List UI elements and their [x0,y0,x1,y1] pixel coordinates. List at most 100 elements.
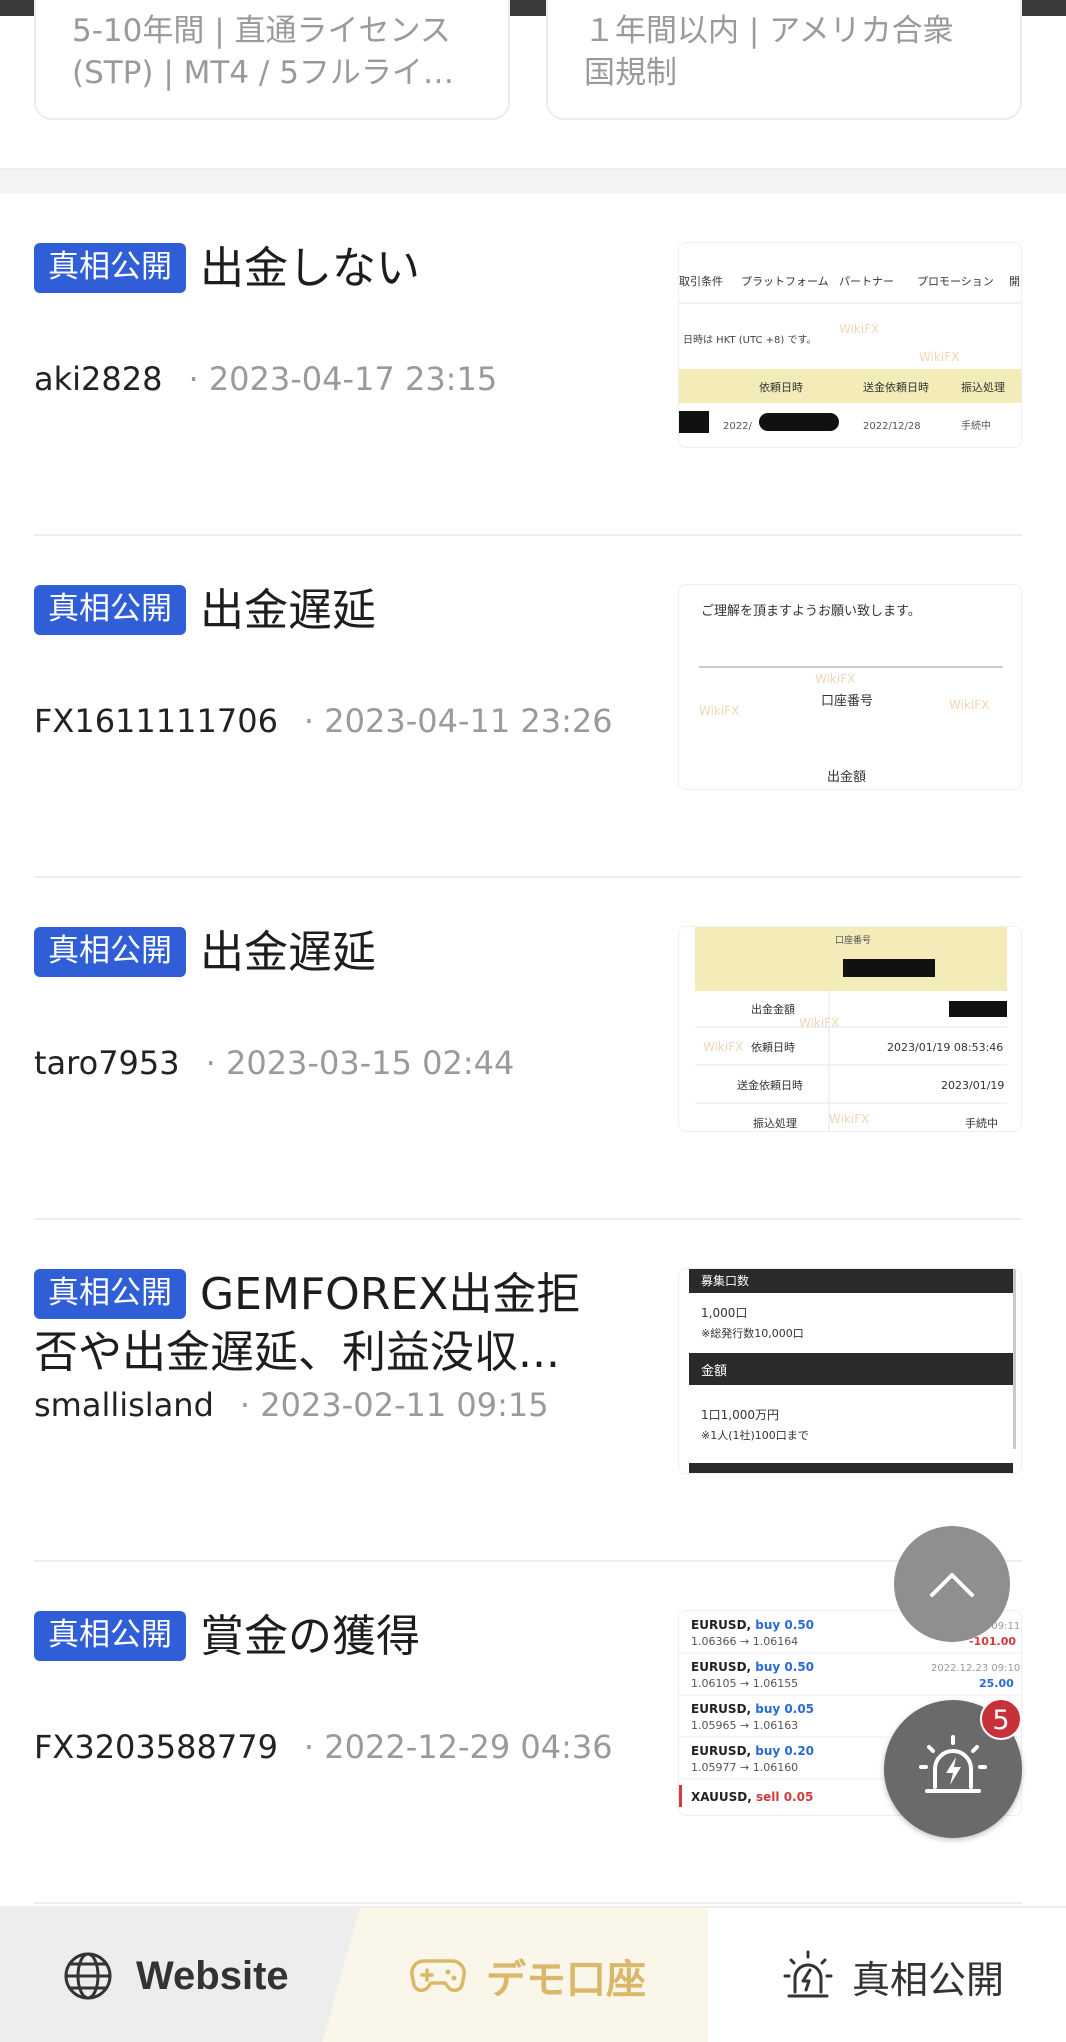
bottom-nav: Website デモ口座 真相公開 [0,1906,1066,2042]
post-title: 真相公開 出金遅延 [34,582,604,640]
svg-text:EURUSD, buy 0.50: EURUSD, buy 0.50 [691,1660,814,1674]
post-meta: smallisland · 2023-02-11 09:15 [34,1384,549,1426]
exposure-post[interactable]: 真相公開 出金遅延 FX1611111706 · 2023-04-11 23:26 … [34,536,1022,878]
thumb-watermark: WikiFX [815,672,855,686]
thumb-text: 振込処理 [961,380,1005,394]
nav-demo-account-button[interactable]: デモ口座 [322,1908,708,2042]
post-thumbnail[interactable]: ご理解を頂ますようお願い致します。 口座番号 出金額 WikiFX WikiFX… [678,584,1022,790]
thumb-text: 口座番号 [821,694,873,709]
svg-text:XAUUSD, sell 0.05: XAUUSD, sell 0.05 [691,1790,813,1804]
thumb-text: パートナー [839,275,894,288]
thumb-text: 日時は HKT (UTC +8) です。 [683,334,817,346]
nav-exposure-button[interactable]: 真相公開 [708,1908,1066,2042]
svg-text:EURUSD, buy 0.05: EURUSD, buy 0.05 [691,1702,814,1716]
trade-pair: EURUSD, [691,1660,751,1674]
trade-pl: 25.00 [979,1677,1014,1690]
broker-info-cards: 5-10年間 | 直通ライセンス (STP) | MT4 / 5フルライセ...… [0,0,1066,170]
exposure-badge: 真相公開 [34,1611,186,1661]
exposure-post[interactable]: 真相公開 出金遅延 taro7953 · 2023-03-15 02:44 口座番号… [34,878,1022,1220]
thumb-text: 手続中 [965,1116,998,1130]
thumb-text: 送金依頼日時 [737,1078,803,1092]
broker-info-card-regulation[interactable]: １年間以内 | アメリカ合衆 国規制 [546,0,1022,120]
trade-time: 2022.12.23 09:10 [931,1663,1020,1674]
thumb-text: プラットフォーム [741,275,829,288]
post-date: · 2023-04-11 23:26 [303,702,613,740]
post-meta: aki2828 · 2023-04-17 23:15 [34,358,497,400]
post-title-text: 出金しない [200,243,420,294]
trade-prices: 1.06105 → 1.06155 [691,1677,798,1690]
trade-side: buy 0.05 [755,1702,814,1716]
thumb-text: 開 [1009,275,1020,288]
thumb-text: 依頼日時 [751,1041,795,1054]
thumb-text: 1,000口 [701,1306,747,1320]
trade-prices: 1.06366 → 1.06164 [691,1635,798,1648]
post-title: 真相公開 GEMFOREX出金拒否や出金遅延、利益没収... [34,1266,604,1382]
trade-pl: -101.00 [969,1635,1016,1648]
post-thumbnail[interactable]: 取引条件 プラットフォーム パートナー プロモーション 開 日時は HKT (U… [678,242,1022,448]
thumb-text: 2023/01/19 [941,1079,1004,1092]
exposure-post[interactable]: 真相公開 GEMFOREX出金拒否や出金遅延、利益没収... smallislan… [34,1220,1022,1562]
post-meta: FX3203588779 · 2022-12-29 04:36 [34,1726,613,1768]
thumb-watermark: WikiFX [839,322,879,336]
post-author: taro7953 [34,1044,180,1082]
exposure-badge: 真相公開 [34,243,186,293]
thumb-text: ※1人(1社)100口まで [701,1428,809,1442]
post-thumbnail[interactable]: 口座番号 出金金額 依頼日時 2023/01/19 08:53:46 送金依頼日… [678,926,1022,1132]
post-date: · 2023-02-11 09:15 [239,1386,549,1424]
exposure-post[interactable]: 真相公開 出金しない aki2828 · 2023-04-17 23:15 取引条件… [34,194,1022,536]
post-author: aki2828 [34,360,163,398]
post-date: · 2023-04-17 23:15 [188,360,498,398]
globe-icon [64,1952,112,2000]
post-thumbnail[interactable]: 募集口数 1,000口 ※総発行数10,000口 金額 1口1,000万円 ※1… [678,1268,1022,1474]
card-line: 5-10年間 | 直通ライセンス [72,13,451,49]
svg-text:EURUSD, buy 0.50: EURUSD, buy 0.50 [691,1618,814,1632]
trade-pair: EURUSD, [691,1702,751,1716]
trade-pair: EURUSD, [691,1744,751,1758]
thumb-text: 1口1,000万円 [701,1408,779,1422]
broker-info-card-license[interactable]: 5-10年間 | 直通ライセンス (STP) | MT4 / 5フルライセ... [34,0,510,120]
post-date: · 2022-12-29 04:36 [303,1728,613,1766]
exposure-badge: 真相公開 [34,1269,186,1319]
thumb-text: 取引条件 [679,274,723,288]
post-title-text: 賞金の獲得 [200,1611,420,1662]
post-author: FX1611111706 [34,702,278,740]
post-author: FX3203588779 [34,1728,278,1766]
svg-text:EURUSD, buy 0.20: EURUSD, buy 0.20 [691,1744,814,1758]
gamepad-icon [410,1959,466,1992]
exposure-post[interactable]: 真相公開 賞金の獲得 FX3203588779 · 2022-12-29 04:36… [34,1562,1022,1904]
post-title-text: 出金遅延 [200,585,376,636]
nav-demo-account-label: デモ口座 [486,1957,646,2003]
thumb-text: 2022/ [723,421,752,432]
thumb-watermark: WikiFX [829,1112,869,1126]
section-divider [0,168,1066,194]
exposure-badge: 真相公開 [34,927,186,977]
post-meta: FX1611111706 · 2023-04-11 23:26 [34,700,613,742]
trade-side: buy 0.20 [755,1744,814,1758]
trade-pair: XAUUSD, [691,1790,752,1804]
thumb-text: 手続中 [961,419,991,432]
trade-prices: 1.05977 → 1.06160 [691,1761,798,1774]
notification-count-badge: 5 [980,1698,1022,1740]
post-meta: taro7953 · 2023-03-15 02:44 [34,1042,514,1084]
scroll-to-top-button[interactable] [894,1526,1010,1642]
trade-side: buy 0.50 [755,1618,814,1632]
thumb-text: ※総発行数10,000口 [701,1326,804,1340]
post-title-text: 出金遅延 [200,927,376,978]
thumb-text: 振込処理 [753,1116,797,1130]
thumb-text: 募集口数 [701,1273,749,1288]
thumb-watermark: WikiFX [949,698,989,712]
nav-website-label: Website [136,1953,289,1998]
thumb-text: 出金金額 [751,1002,795,1016]
trade-pair: EURUSD, [691,1618,751,1632]
nav-website-button[interactable]: Website [0,1908,360,2042]
thumb-text: 2023/01/19 08:53:46 [887,1041,1003,1054]
thumb-text: 金額 [701,1363,727,1379]
nav-exposure-label: 真相公開 [852,1957,1005,2002]
thumb-text: 依頼日時 [759,381,803,394]
trade-side: buy 0.50 [755,1660,814,1674]
thumb-watermark: WikiFX [699,704,739,718]
thumb-text: 出金額 [827,769,866,785]
trade-prices: 1.05965 → 1.06163 [691,1719,798,1732]
alarm-bell-icon [783,1950,833,1998]
exposure-badge: 真相公開 [34,585,186,635]
